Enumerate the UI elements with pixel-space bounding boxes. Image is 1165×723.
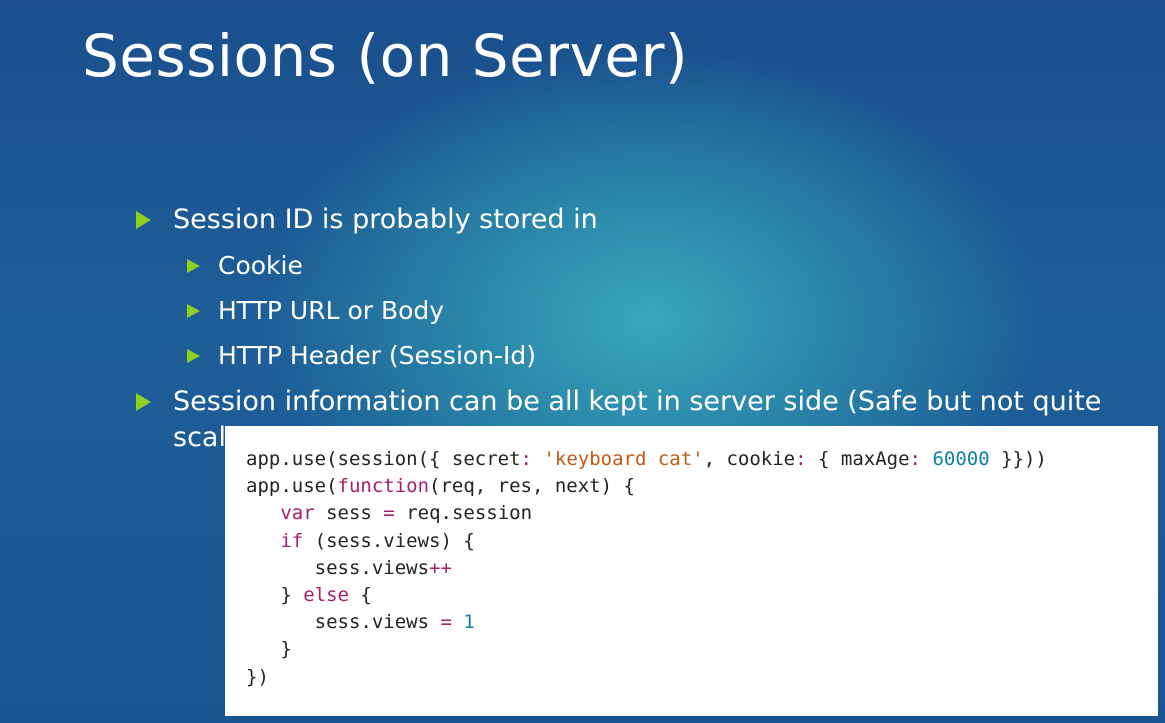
bullet-arrow-icon <box>187 348 200 363</box>
code-line-6: } else { <box>280 584 372 607</box>
bullet-text: scal <box>173 422 226 453</box>
bullet-arrow-icon <box>187 303 200 318</box>
bullet-text: Session information can be all kept in s… <box>173 386 1102 417</box>
code-line-5: sess.views++ <box>314 556 452 579</box>
bullet-arrow-icon <box>187 258 200 273</box>
code-block: app.use(session({ secret: 'keyboard cat'… <box>246 446 1047 691</box>
bullet-text: Cookie <box>218 251 303 280</box>
code-line-4: if (sess.views) { <box>280 529 475 552</box>
code-line-2: app.use(function(req, res, next) { <box>246 475 635 498</box>
bullet-text: HTTP URL or Body <box>218 296 445 325</box>
bullet-continuation: scal <box>173 422 226 453</box>
bullet-text: Session ID is probably stored in <box>173 204 598 235</box>
bullet-http-url: HTTP URL or Body <box>187 296 444 325</box>
bullet-session-id: Session ID is probably stored in <box>136 204 598 235</box>
bullet-cookie: Cookie <box>187 251 303 280</box>
code-line-3: var sess = req.session <box>280 502 533 525</box>
bullet-arrow-icon <box>136 210 151 229</box>
bullet-session-info: Session information can be all kept in s… <box>136 386 1101 417</box>
bullet-text: HTTP Header (Session-Id) <box>218 341 537 370</box>
code-line-9: }) <box>246 665 269 688</box>
code-line-8: } <box>280 638 292 661</box>
code-snippet-panel: app.use(session({ secret: 'keyboard cat'… <box>225 426 1158 716</box>
code-line-7: sess.views = 1 <box>314 611 475 634</box>
bullet-arrow-icon <box>136 392 151 411</box>
code-line-1: app.use(session({ secret: 'keyboard cat'… <box>246 448 1047 470</box>
slide-title: Sessions (on Server) <box>82 22 689 90</box>
bullet-http-header: HTTP Header (Session-Id) <box>187 341 536 370</box>
